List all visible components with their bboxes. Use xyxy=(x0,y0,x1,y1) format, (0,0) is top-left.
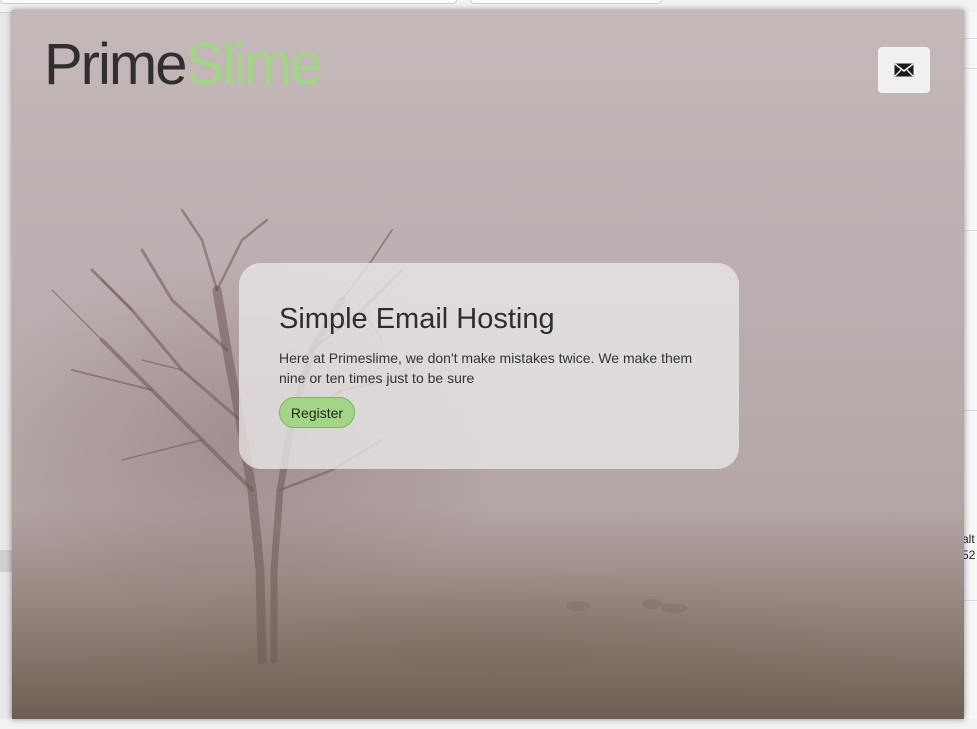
background-window-panel xyxy=(962,12,977,729)
divider xyxy=(962,68,977,69)
register-button[interactable]: Register xyxy=(279,397,355,428)
website-viewport: PrimeSlime Simple Email Hosting Here at … xyxy=(12,10,964,719)
divider xyxy=(962,410,977,411)
mail-button[interactable] xyxy=(878,47,930,93)
envelope-icon xyxy=(894,63,914,77)
logo-text-prime: Prime xyxy=(44,32,187,97)
divider xyxy=(962,230,977,231)
background-text: 52 xyxy=(962,548,976,562)
hero-card: Simple Email Hosting Here at Primeslime,… xyxy=(239,263,739,469)
logo-text-slime: Slime xyxy=(185,32,322,97)
site-logo[interactable]: PrimeSlime xyxy=(44,36,323,94)
background-tab xyxy=(0,0,457,4)
background-text: alt xyxy=(962,532,975,546)
hero-description: Here at Primeslime, we don't make mistak… xyxy=(279,350,693,386)
divider xyxy=(962,38,977,39)
hero-title: Simple Email Hosting xyxy=(279,303,555,335)
divider xyxy=(962,600,977,601)
background-window-edge xyxy=(0,550,12,572)
background-window-bottom xyxy=(0,719,977,729)
background-tab xyxy=(470,0,662,4)
